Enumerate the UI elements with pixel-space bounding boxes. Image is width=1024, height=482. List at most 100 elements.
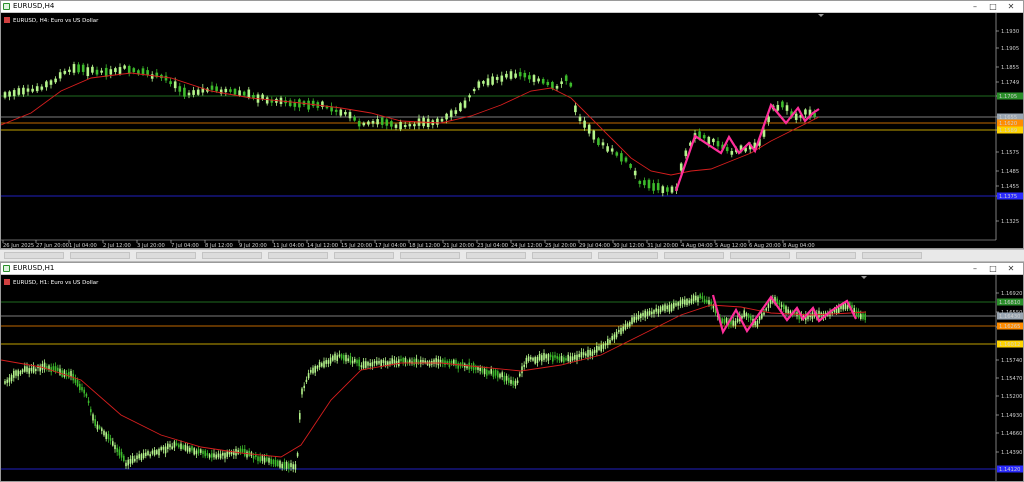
candle-body [596, 345, 598, 353]
candle-body [422, 360, 424, 363]
candle-body [340, 354, 343, 359]
candle-body [528, 75, 531, 80]
candle-body [681, 299, 684, 305]
candle-body [563, 357, 565, 363]
candle-body [123, 65, 126, 69]
candle-body [512, 380, 514, 385]
candle-body [353, 116, 356, 121]
chart-tab[interactable] [796, 252, 856, 259]
chart-window-h4[interactable]: EURUSD,H4 – □ ✕ EURUSD, H4: Euro vs US D… [0, 0, 1024, 249]
candle-body [351, 360, 354, 364]
maximize-icon[interactable]: □ [985, 263, 1001, 274]
candle-body [94, 419, 96, 426]
title-bar-h4[interactable]: EURUSD,H4 – □ ✕ [1, 1, 1023, 13]
candle-body [675, 303, 677, 306]
candle-body [26, 88, 30, 92]
chart-window-h1[interactable]: EURUSD,H1 – □ ✕ EURUSD, H1: Euro vs US D… [0, 262, 1024, 482]
price-tag-label: 1.1620 [999, 121, 1017, 127]
candle-body [30, 367, 33, 372]
candle-body [626, 323, 629, 327]
candle-body [358, 359, 360, 367]
candle-body [314, 366, 316, 373]
candle-body [657, 308, 660, 314]
candle-body [490, 369, 492, 374]
candle-body [642, 312, 644, 317]
candle-body [607, 338, 609, 346]
candle-body [109, 438, 112, 441]
chart-canvas[interactable]: EURUSD, H1: Euro vs US Dollar 1.16920 1.16… [1, 275, 1023, 481]
candle-body [354, 359, 356, 363]
chart-tab[interactable] [532, 252, 592, 259]
candle-body [545, 354, 547, 359]
time-label: 1 Jul 04:00 [69, 243, 97, 248]
candle-body [424, 360, 426, 363]
candle-body [587, 124, 591, 134]
candle-body [357, 120, 361, 127]
candle-body [629, 163, 632, 168]
candle-body [679, 300, 682, 306]
candle-body [600, 344, 602, 352]
candle-body [494, 369, 497, 376]
chart-tab[interactable] [400, 252, 460, 259]
chart-tab[interactable] [4, 252, 64, 259]
chart-tab[interactable] [598, 252, 658, 259]
candle-body [571, 356, 574, 361]
close-icon[interactable]: ✕ [1003, 1, 1019, 12]
candle-body [560, 81, 563, 84]
candle-body [569, 356, 572, 363]
candle-body [344, 111, 347, 115]
candle-body [8, 377, 11, 383]
minimize-icon[interactable]: – [967, 263, 983, 274]
candle-body [35, 368, 37, 372]
candle-body [712, 138, 715, 143]
time-label: 9 Jul 20:00 [239, 243, 267, 248]
candle-body [101, 428, 103, 431]
chart-tab[interactable] [334, 252, 394, 259]
candle-body [103, 430, 105, 436]
candle-body [552, 355, 554, 362]
maximize-icon[interactable]: □ [985, 1, 1001, 12]
candle-body [679, 163, 683, 171]
candle-body [91, 66, 94, 73]
candle-body [347, 358, 349, 362]
chart-tab[interactable] [466, 252, 526, 259]
price-chart-h1[interactable]: EURUSD, H1: Euro vs US Dollar 1.16920 1.16… [1, 275, 1023, 481]
price-chart-h4[interactable]: EURUSD, H4: Euro vs US Dollar 1.1930 1.190… [1, 13, 1023, 248]
chart-tab[interactable] [136, 252, 196, 259]
close-icon[interactable]: ✕ [1003, 263, 1019, 274]
chart-tab[interactable] [664, 252, 724, 259]
chart-tab[interactable] [202, 252, 262, 259]
candle-body [57, 367, 59, 371]
candle-body [96, 424, 99, 430]
candle-body [98, 426, 101, 429]
candle-body [794, 113, 798, 120]
candle-body [193, 448, 195, 455]
title-bar-h1[interactable]: EURUSD,H1 – □ ✕ [1, 263, 1023, 275]
candle-body [310, 370, 312, 373]
candle-body [479, 367, 481, 371]
candle-body [508, 377, 510, 383]
candle-body [136, 455, 138, 460]
candle-body [329, 357, 332, 364]
chart-canvas[interactable]: EURUSD, H4: Euro vs US Dollar 1.1930 1.190… [1, 13, 1023, 248]
candle-body [339, 109, 343, 116]
time-label: 3 Jul 20:00 [137, 243, 165, 248]
candle-body [146, 70, 149, 76]
candle-body [707, 136, 711, 145]
candle-body [376, 119, 379, 125]
candle-body [437, 359, 440, 366]
chart-tab[interactable] [862, 252, 922, 259]
candle-body [855, 310, 858, 317]
chart-tab[interactable] [268, 252, 328, 259]
chart-tab[interactable] [730, 252, 790, 259]
candle-body [615, 331, 618, 338]
price-tag-label: 1.1589 [999, 128, 1017, 134]
chart-tab[interactable] [70, 252, 130, 259]
minimize-icon[interactable]: – [967, 1, 983, 12]
candle-body [662, 305, 664, 311]
candle-body [109, 69, 113, 75]
candle-body [497, 371, 499, 378]
candle-body [187, 92, 191, 96]
candle-body [24, 366, 26, 372]
candle-body [292, 464, 294, 469]
